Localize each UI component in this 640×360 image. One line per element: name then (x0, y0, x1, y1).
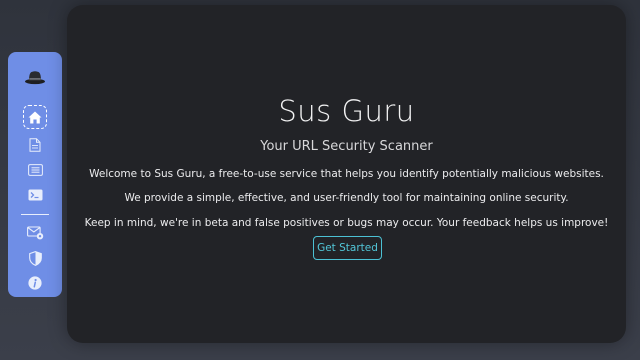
mail-settings-icon (26, 226, 43, 240)
page-title: Sus Guru (278, 94, 415, 128)
intro-paragraph-1: Welcome to Sus Guru, a free-to-use servi… (89, 168, 604, 180)
get-started-button[interactable]: Get Started (313, 236, 382, 260)
app-background: Sus Guru Your URL Security Scanner Welco… (0, 0, 640, 360)
sidebar-item-home[interactable] (23, 105, 47, 129)
sidebar-item-mail-settings[interactable] (24, 222, 46, 244)
home-icon (28, 111, 42, 123)
terminal-icon (28, 189, 42, 201)
sidebar-item-terminal[interactable] (24, 184, 46, 206)
intro-paragraph-2: We provide a simple, effective, and user… (124, 192, 569, 204)
sidebar (8, 52, 62, 297)
document-icon (29, 138, 41, 152)
sidebar-item-security[interactable] (24, 247, 46, 269)
page-subtitle: Your URL Security Scanner (260, 139, 433, 154)
shield-icon (28, 250, 42, 266)
sidebar-item-info[interactable] (24, 272, 46, 294)
info-icon (28, 276, 42, 290)
list-icon (27, 164, 43, 176)
hat-logo-icon[interactable] (24, 66, 46, 88)
sidebar-divider (21, 214, 49, 215)
main-panel: Sus Guru Your URL Security Scanner Welco… (67, 5, 626, 343)
sidebar-item-list[interactable] (24, 159, 46, 181)
intro-paragraph-3: Keep in mind, we're in beta and false po… (84, 217, 609, 229)
sidebar-item-document[interactable] (24, 134, 46, 156)
